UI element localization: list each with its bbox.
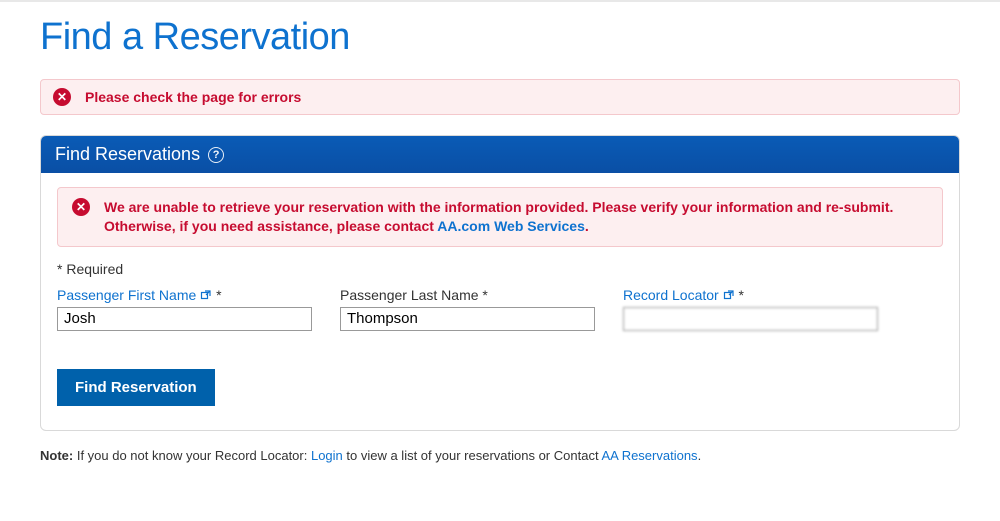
find-reservations-panel: Find Reservations ? ✕ We are unable to r…: [40, 135, 960, 431]
aa-reservations-link[interactable]: AA Reservations: [601, 448, 697, 463]
last-name-label: Passenger Last Name *: [340, 287, 595, 303]
error-icon: ✕: [53, 88, 71, 106]
login-link[interactable]: Login: [311, 448, 343, 463]
top-error-banner: ✕ Please check the page for errors: [40, 79, 960, 115]
record-locator-field: Record Locator *: [623, 287, 878, 331]
popup-icon: [723, 289, 735, 301]
first-name-field: Passenger First Name *: [57, 287, 312, 331]
retrieve-error-text: We are unable to retrieve your reservati…: [104, 198, 928, 236]
help-icon[interactable]: ?: [208, 147, 224, 163]
note-prefix: Note:: [40, 448, 73, 463]
first-name-label[interactable]: Passenger First Name *: [57, 287, 312, 303]
top-error-text: Please check the page for errors: [85, 89, 301, 105]
footer-note: Note: If you do not know your Record Loc…: [40, 447, 960, 465]
page-title: Find a Reservation: [40, 16, 960, 59]
required-note: * Required: [57, 261, 943, 277]
panel-header: Find Reservations ?: [41, 136, 959, 173]
last-name-field: Passenger Last Name *: [340, 287, 595, 331]
retrieve-error-banner: ✕ We are unable to retrieve your reserva…: [57, 187, 943, 247]
find-reservation-button[interactable]: Find Reservation: [57, 369, 215, 406]
popup-icon: [200, 289, 212, 301]
web-services-link[interactable]: AA.com Web Services: [437, 218, 585, 234]
record-locator-input[interactable]: [623, 307, 878, 331]
error-icon: ✕: [72, 198, 90, 216]
panel-header-title: Find Reservations: [55, 144, 200, 165]
last-name-input[interactable]: [340, 307, 595, 331]
record-locator-label[interactable]: Record Locator *: [623, 287, 878, 303]
first-name-input[interactable]: [57, 307, 312, 331]
